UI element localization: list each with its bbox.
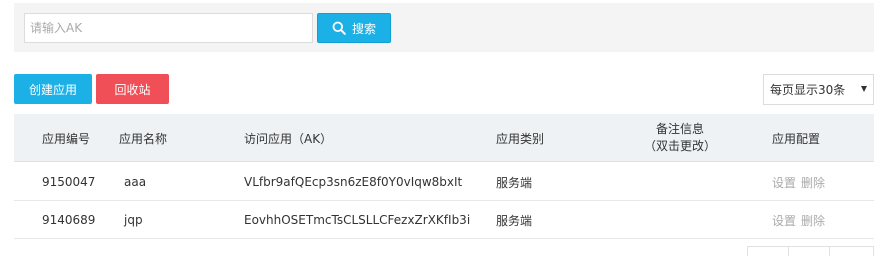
cell-remark[interactable] [624, 163, 736, 201]
recycle-bin-button[interactable]: 回收站 [96, 74, 169, 104]
pagination-prev-button[interactable] [747, 246, 789, 256]
table-row: 9140689 jqp EovhhOSETmcTsCLSLLCFezxZrXKf… [14, 201, 874, 239]
cell-app-type: 服务端 [496, 175, 533, 190]
search-panel: 搜索 [14, 3, 874, 52]
header-remark: 备注信息 （双击更改） [624, 114, 736, 162]
settings-link[interactable]: 设置 [772, 212, 796, 229]
cell-app-id: 9140689 [42, 213, 96, 227]
cell-access-ak: VLfbr9afQEcp3sn6zE8f0Y0vIqw8bxIt [244, 175, 463, 189]
cell-app-name: aaa [124, 175, 147, 189]
header-app-type: 应用类别 [496, 131, 545, 146]
settings-link[interactable]: 设置 [772, 174, 796, 191]
header-app-config: 应用配置 [772, 131, 821, 146]
delete-link[interactable]: 删除 [801, 174, 825, 191]
search-input[interactable] [24, 13, 313, 43]
header-remark-hint: （双击更改） [643, 139, 716, 153]
dropdown-arrow-icon [861, 86, 867, 92]
search-button[interactable]: 搜索 [317, 13, 391, 43]
cell-access-ak: EovhhOSETmcTsCLSLLCFezxZrXKfIb3i [244, 213, 471, 227]
cell-app-id: 9150047 [42, 175, 96, 189]
search-icon [332, 21, 346, 35]
cell-app-name: jqp [124, 213, 143, 227]
page-size-select[interactable]: 每页显示30条 [763, 74, 874, 105]
pagination-next-button[interactable] [829, 246, 874, 256]
delete-link[interactable]: 删除 [801, 212, 825, 229]
page-size-value: 每页显示30条 [770, 83, 846, 97]
header-access-ak: 访问应用（AK） [244, 131, 333, 146]
search-button-label: 搜索 [351, 21, 376, 36]
recycle-bin-label: 回收站 [114, 82, 151, 97]
create-app-button[interactable]: 创建应用 [14, 74, 92, 104]
create-app-label: 创建应用 [28, 82, 77, 97]
table-header: 应用编号 应用名称 访问应用（AK） 应用类别 备注信息 （双击更改） 应用配置 [14, 114, 874, 162]
cell-app-type: 服务端 [496, 213, 533, 228]
table-row: 9150047 aaa VLfbr9afQEcp3sn6zE8f0Y0vIqw8… [14, 163, 874, 201]
pagination-page-button[interactable] [788, 246, 830, 256]
header-remark-title: 备注信息 [655, 122, 704, 136]
header-app-id: 应用编号 [42, 131, 91, 146]
cell-remark[interactable] [624, 201, 736, 239]
header-app-name: 应用名称 [119, 131, 168, 146]
